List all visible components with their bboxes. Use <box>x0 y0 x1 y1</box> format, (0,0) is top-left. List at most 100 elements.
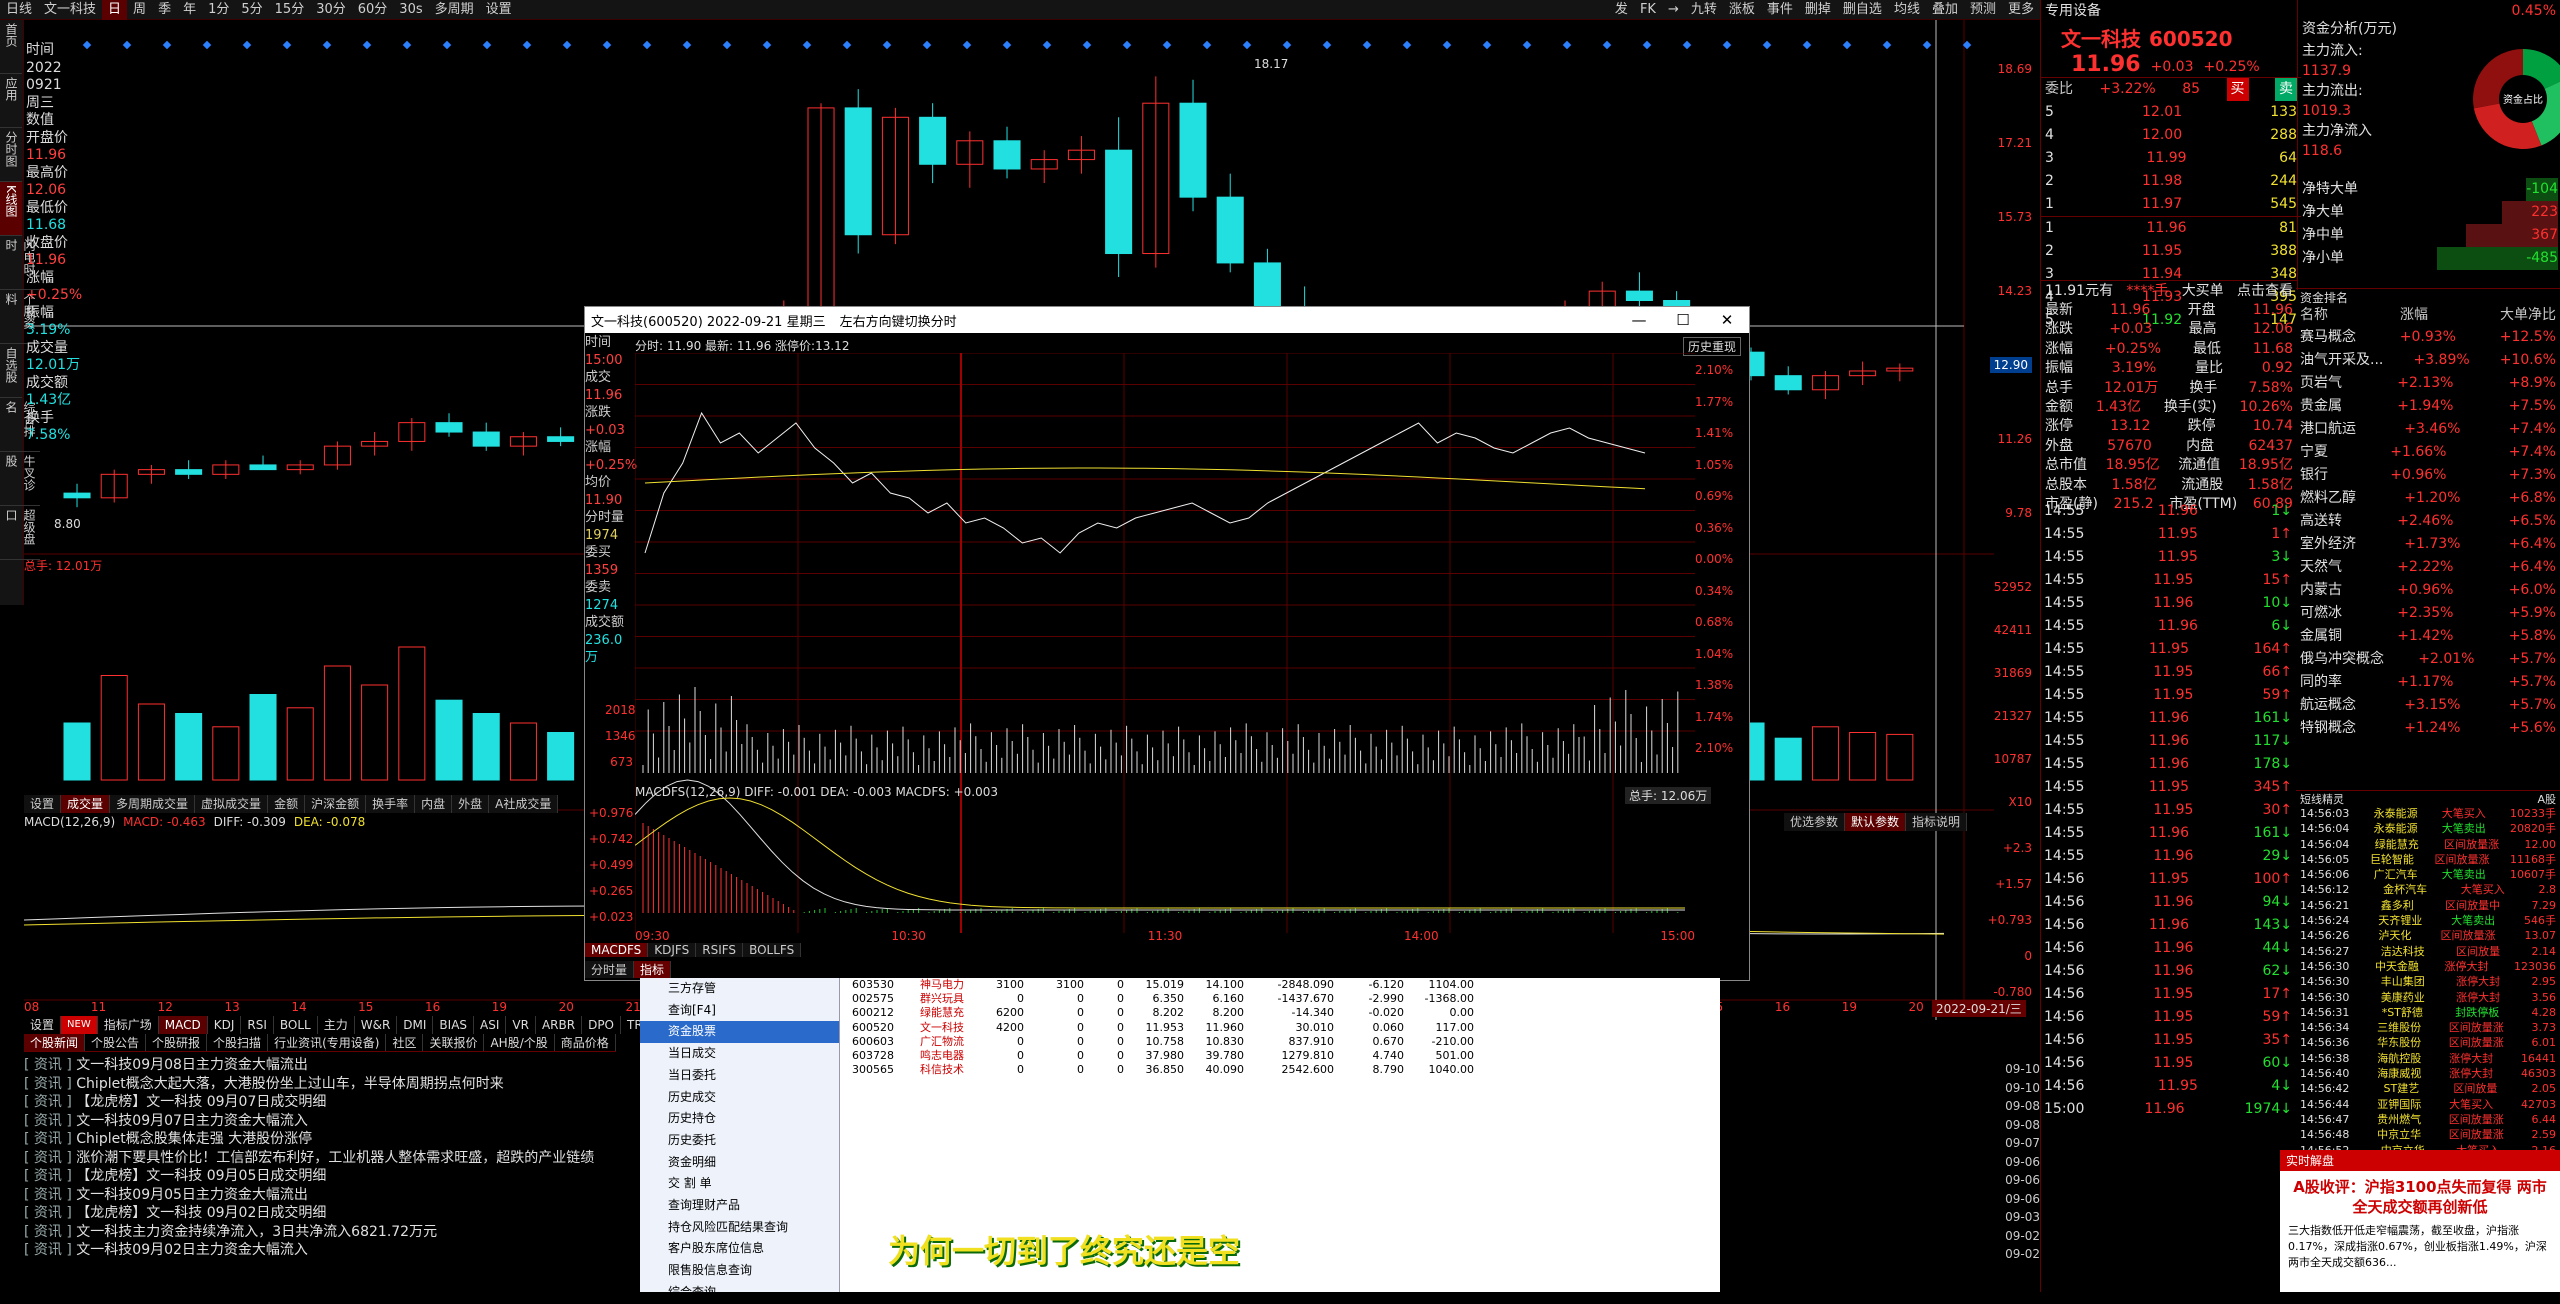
flow-stock-5[interactable]: 金杯汽车 <box>2383 882 2427 897</box>
news-item-0[interactable]: [ 资讯 ] 文一科技09月08日主力资金大幅流出 <box>24 1056 644 1075</box>
tb-year[interactable]: 年 <box>177 0 202 20</box>
bt-7[interactable]: 主力 <box>318 1016 355 1034</box>
tb-0[interactable]: 日线 <box>0 0 38 20</box>
tbr-2[interactable]: → <box>1662 0 1685 20</box>
flow-row-17[interactable]: 14:56:40 海康威视 涨停大封 46303 <box>2296 1066 2560 1081</box>
news-title-5[interactable]: 涨价潮下要具性价比！工信部宏布利好，工业机器人整体需求旺盛，超跌的产业链绩 <box>76 1150 594 1166</box>
flow-stock-21[interactable]: 中京立华 <box>2377 1127 2421 1142</box>
tb-season[interactable]: 季 <box>152 0 177 20</box>
bt-4[interactable]: KDJ <box>208 1016 242 1034</box>
tbr-0[interactable]: 发 <box>1609 0 1634 20</box>
flow-row-5[interactable]: 14:56:12 金杯汽车 大笔买入 2.8 <box>2296 882 2560 897</box>
rank-row-0[interactable]: 赛马概念 +0.93% +12.5% <box>2296 326 2560 349</box>
tbr-10[interactable]: 预测 <box>1964 0 2002 20</box>
tree-item-12[interactable]: 客户股东席位信息 <box>640 1238 839 1260</box>
rank-name-0[interactable]: 赛马概念 <box>2300 326 2356 349</box>
flow-stock-11[interactable]: 丰山集团 <box>2381 974 2425 989</box>
rank-name-14[interactable]: 俄乌冲突概念 <box>2300 648 2384 671</box>
tbr-5[interactable]: 事件 <box>1761 0 1799 20</box>
tree-item-1[interactable]: 查询[F4] <box>640 1000 839 1022</box>
tbr-7[interactable]: 删自选 <box>1837 0 1888 20</box>
close-icon[interactable]: ✕ <box>1705 311 1749 329</box>
bt-14[interactable]: DPO <box>582 1016 621 1034</box>
lsb-2[interactable]: 分时图 <box>0 128 22 182</box>
news-item-9[interactable]: [ 资讯 ] 文一科技主力资金持续净流入，3日共净流入6821.72万元 <box>24 1223 644 1242</box>
it-2[interactable]: 多周期成交量 <box>110 795 196 813</box>
bt-3[interactable]: MACD <box>158 1016 208 1034</box>
flow-row-0[interactable]: 14:56:03 永泰能源 大笔买入 10233手 <box>2296 806 2560 821</box>
bt-11[interactable]: ASI <box>474 1016 507 1034</box>
tbr-8[interactable]: 均线 <box>1888 0 1926 20</box>
tree-item-14[interactable]: 综合查询 <box>640 1282 839 1304</box>
rank-row-16[interactable]: 航运概念 +3.15% +5.7% <box>2296 694 2560 717</box>
it-1[interactable]: 成交量 <box>61 795 111 813</box>
flow-row-12[interactable]: 14:56:30 美康药业 涨停大封 3.56 <box>2296 990 2560 1005</box>
flow-stock-17[interactable]: 海康威视 <box>2377 1066 2421 1081</box>
holding-row-3[interactable]: 600520 文一科技 4200 0 0 11.953 11.960 30.010 0.060 1… <box>840 1021 1720 1035</box>
news-title-1[interactable]: Chiplet概念大起大落，大港股份坐上过山车，半导体周期拐点何时来 <box>76 1076 503 1092</box>
flow-stock-10[interactable]: 中天金融 <box>2375 959 2419 974</box>
rank-row-2[interactable]: 页岩气 +2.13% +8.9% <box>2296 372 2560 395</box>
nt-8[interactable]: 商品价格 <box>555 1034 616 1051</box>
news-title-6[interactable]: 【龙虎榜】文一科技 09月05日成交明细 <box>76 1168 326 1184</box>
flow-row-19[interactable]: 14:56:44 亚钾国际 大笔买入 42703 <box>2296 1097 2560 1112</box>
bt-10[interactable]: BIAS <box>433 1016 475 1034</box>
rank-name-8[interactable]: 高送转 <box>2300 510 2342 533</box>
tree-item-5[interactable]: 历史成交 <box>640 1087 839 1109</box>
tb-5m[interactable]: 5分 <box>235 0 268 20</box>
news-title-9[interactable]: 文一科技主力资金持续净流入，3日共净流入6821.72万元 <box>76 1224 437 1240</box>
lsb-3[interactable]: K线图 <box>0 182 22 236</box>
nt-2[interactable]: 个股研报 <box>146 1034 208 1051</box>
news-title-7[interactable]: 文一科技09月05日主力资金大幅流出 <box>76 1187 308 1203</box>
news-title-4[interactable]: Chiplet概念股集体走强 大港股份涨停 <box>76 1131 312 1147</box>
flow-row-9[interactable]: 14:56:27 洁达科技 区间放量 2.14 <box>2296 944 2560 959</box>
it2-0[interactable]: 优选参数 <box>1784 813 1846 831</box>
tbr-11[interactable]: 更多 <box>2002 0 2040 20</box>
tb-60m[interactable]: 60分 <box>352 0 394 20</box>
flow-stock-3[interactable]: 巨轮智能 <box>2370 852 2414 867</box>
ask-row-1[interactable]: 4 12.00 288 <box>2041 124 2301 147</box>
bt-13[interactable]: ARBR <box>536 1016 583 1034</box>
fl-market[interactable]: A股 <box>2537 791 2556 807</box>
bt-6[interactable]: BOLL <box>274 1016 318 1034</box>
rank-name-9[interactable]: 室外经济 <box>2300 533 2356 556</box>
bt-5[interactable]: RSI <box>241 1016 274 1034</box>
sell-button[interactable]: 卖 <box>2274 78 2297 101</box>
tb-30m[interactable]: 30分 <box>310 0 352 20</box>
rank-name-13[interactable]: 金属铜 <box>2300 625 2342 648</box>
rank-row-15[interactable]: 同的率 +1.17% +5.7% <box>2296 671 2560 694</box>
tb-week[interactable]: 周 <box>127 0 152 20</box>
pt-3[interactable]: BOLLFS <box>743 943 802 957</box>
flow-stock-0[interactable]: 永泰能源 <box>2374 806 2418 821</box>
tree-item-3[interactable]: 当日成交 <box>640 1043 839 1065</box>
holding-row-5[interactable]: 603728 鸣志电器 0 0 0 37.980 39.780 1279.810 4.740 50… <box>840 1049 1720 1063</box>
buy-button[interactable]: 买 <box>2226 78 2249 101</box>
flow-stock-8[interactable]: 泸天化 <box>2378 928 2411 943</box>
news-item-7[interactable]: [ 资讯 ] 文一科技09月05日主力资金大幅流出 <box>24 1186 644 1205</box>
news-title-3[interactable]: 文一科技09月07日主力资金大幅流入 <box>76 1113 308 1129</box>
flow-row-14[interactable]: 14:56:34 三维股份 区间放量涨 3.73 <box>2296 1020 2560 1035</box>
rank-name-1[interactable]: 油气开采及... <box>2300 349 2383 372</box>
rank-row-3[interactable]: 贵金属 +1.94% +7.5% <box>2296 395 2560 418</box>
flow-row-6[interactable]: 14:56:21 鑫多利 区间放量中 7.29 <box>2296 898 2560 913</box>
flow-stock-1[interactable]: 永泰能源 <box>2374 821 2418 836</box>
bt-12[interactable]: VR <box>506 1016 536 1034</box>
news-title-2[interactable]: 【龙虎榜】文一科技 09月07日成交明细 <box>76 1094 326 1110</box>
rank-row-8[interactable]: 高送转 +2.46% +6.5% <box>2296 510 2560 533</box>
rank-name-10[interactable]: 天然气 <box>2300 556 2342 579</box>
rank-name-12[interactable]: 可燃冰 <box>2300 602 2342 625</box>
holding-row-1[interactable]: 002575 群兴玩具 0 0 0 6.350 6.160 -1437.670 -2.990 -1… <box>840 992 1720 1006</box>
rank-row-5[interactable]: 宁夏 +1.66% +7.4% <box>2296 441 2560 464</box>
tbr-1[interactable]: FK <box>1634 0 1662 20</box>
flow-stock-12[interactable]: 美康药业 <box>2381 990 2425 1005</box>
ask-row-2[interactable]: 3 11.99 64 <box>2041 147 2301 170</box>
maximize-icon[interactable]: ☐ <box>1661 311 1705 329</box>
news-item-6[interactable]: [ 资讯 ] 【龙虎榜】文一科技 09月05日成交明细 <box>24 1167 644 1186</box>
flow-stock-9[interactable]: 洁达科技 <box>2381 944 2425 959</box>
rank-row-1[interactable]: 油气开采及... +3.89% +10.6% <box>2296 349 2560 372</box>
tree-item-7[interactable]: 历史委托 <box>640 1130 839 1152</box>
pt-0[interactable]: MACDFS <box>585 943 649 957</box>
it-0[interactable]: 设置 <box>24 795 62 813</box>
minimize-icon[interactable]: — <box>1617 311 1661 329</box>
ask-row-0[interactable]: 5 12.01 133 <box>2041 101 2301 124</box>
